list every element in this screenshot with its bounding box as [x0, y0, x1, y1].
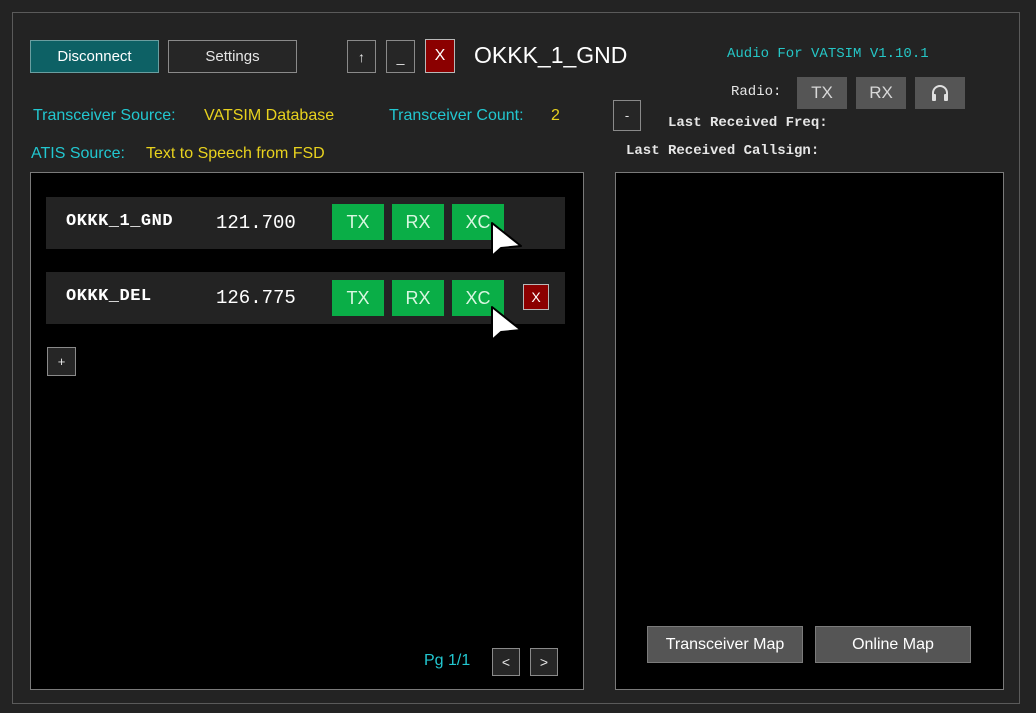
station-xc-button[interactable]: XC: [452, 280, 504, 316]
station-rx-button[interactable]: RX: [392, 280, 444, 316]
station-row: OKKK_DEL 126.775 TX RX XC X: [46, 272, 565, 324]
add-station-button[interactable]: +: [47, 347, 76, 376]
station-tx-button[interactable]: TX: [332, 204, 384, 240]
station-callsign: OKKK_DEL: [66, 287, 152, 306]
pin-on-top-button[interactable]: ↑: [347, 40, 376, 73]
settings-button[interactable]: Settings: [168, 40, 297, 73]
radio-label: Radio:: [731, 84, 782, 100]
transceiver-source-value: VATSIM Database: [204, 107, 335, 124]
received-log-panel: [615, 172, 1004, 690]
headphones-button[interactable]: [915, 77, 965, 109]
minimize-button[interactable]: _: [386, 40, 415, 73]
collapse-received-button[interactable]: -: [613, 100, 641, 131]
headphones-icon: [932, 85, 948, 101]
stations-panel: [30, 172, 584, 690]
last-received-freq-label: Last Received Freq:: [668, 115, 828, 131]
app-version: Audio For VATSIM V1.10.1: [727, 46, 929, 62]
transceiver-count-label: Transceiver Count:: [389, 107, 524, 124]
disconnect-button[interactable]: Disconnect: [30, 40, 159, 73]
station-rx-button[interactable]: RX: [392, 204, 444, 240]
station-callsign: OKKK_1_GND: [66, 212, 174, 231]
station-xc-button[interactable]: XC: [452, 204, 504, 240]
remove-station-button[interactable]: X: [523, 284, 549, 310]
page-indicator: Pg 1/1: [424, 652, 471, 669]
next-page-button[interactable]: >: [530, 648, 558, 676]
transceiver-count-value: 2: [551, 107, 560, 124]
transceiver-map-button[interactable]: Transceiver Map: [647, 626, 803, 663]
radio-rx-button[interactable]: RX: [856, 77, 906, 109]
transceiver-source-label: Transceiver Source:: [33, 107, 176, 124]
station-frequency: 121.700: [216, 212, 296, 234]
prev-page-button[interactable]: <: [492, 648, 520, 676]
atis-source-value: Text to Speech from FSD: [146, 145, 325, 162]
online-map-button[interactable]: Online Map: [815, 626, 971, 663]
station-frequency: 126.775: [216, 287, 296, 309]
station-tx-button[interactable]: TX: [332, 280, 384, 316]
station-row: OKKK_1_GND 121.700 TX RX XC: [46, 197, 565, 249]
atis-source-label: ATIS Source:: [31, 145, 125, 162]
last-received-callsign-label: Last Received Callsign:: [626, 143, 820, 159]
close-button[interactable]: X: [425, 39, 455, 73]
radio-tx-button[interactable]: TX: [797, 77, 847, 109]
window-title: OKKK_1_GND: [474, 42, 628, 68]
